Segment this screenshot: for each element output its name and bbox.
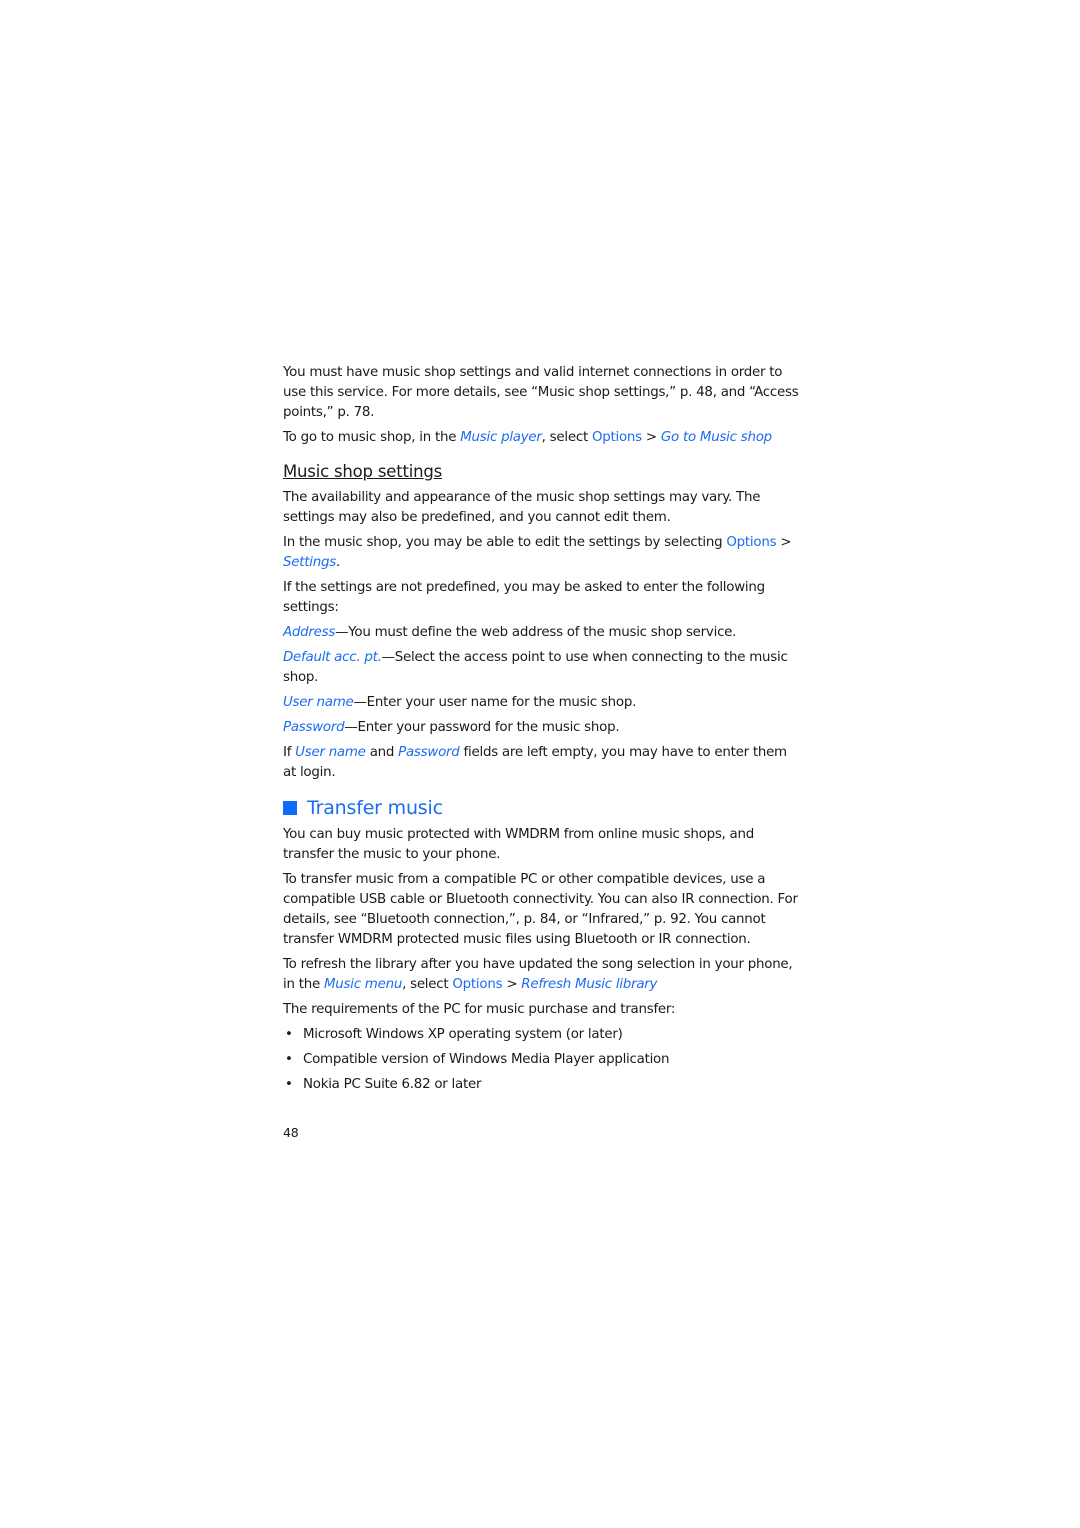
go-to-music-shop-link[interactable]: Go to Music shop	[661, 430, 772, 445]
page-number: 48	[283, 1125, 299, 1140]
music-menu-link[interactable]: Music menu	[324, 977, 402, 992]
music-shop-settings-heading: Music shop settings	[283, 462, 443, 481]
bullet-icon: •	[285, 1052, 293, 1067]
setting-term: Password	[283, 720, 345, 735]
setting-user-name: User name—Enter your user name for the m…	[283, 695, 637, 710]
setting-term: User name	[283, 695, 354, 710]
setting-password: Password—Enter your password for the mus…	[283, 720, 620, 735]
manual-page: You must have music shop settings and va…	[283, 363, 803, 1143]
settings-availability-paragraph: The availability and appearance of the m…	[283, 490, 761, 525]
list-item: • Microsoft Windows XP operating system (…	[283, 1025, 803, 1045]
options-label: Options	[452, 977, 503, 992]
requirements-list: • Microsoft Windows XP operating system (…	[283, 1025, 803, 1095]
options-label: Options	[726, 535, 777, 550]
options-label: Options	[591, 430, 642, 445]
music-shop-instruction: To go to music shop, in the Music player…	[283, 430, 772, 445]
settings-predefined-paragraph: If the settings are not predefined, you …	[283, 580, 765, 615]
settings-edit-paragraph: In the music shop, you may be able to ed…	[283, 535, 792, 570]
setting-address: Address—You must define the web address …	[283, 625, 737, 640]
transfer-music-heading: Transfer music	[283, 795, 803, 821]
transfer-methods-paragraph: To transfer music from a compatible PC o…	[283, 872, 798, 947]
setting-default-access-point: Default acc. pt.—Select the access point…	[283, 650, 788, 685]
list-item: • Compatible version of Windows Media Pla…	[283, 1050, 803, 1070]
empty-fields-paragraph: If User name and Password fields are lef…	[283, 745, 787, 780]
requirements-intro: The requirements of the PC for music pur…	[283, 1002, 676, 1017]
setting-term: Address	[283, 625, 336, 640]
settings-link[interactable]: Settings	[283, 555, 336, 570]
setting-term: Default acc. pt.	[283, 650, 382, 665]
intro-paragraph: You must have music shop settings and va…	[283, 365, 799, 420]
wmdrm-paragraph: You can buy music protected with WMDRM f…	[283, 827, 754, 862]
music-player-link[interactable]: Music player	[460, 430, 542, 445]
refresh-library-paragraph: To refresh the library after you have up…	[283, 957, 793, 992]
list-item: • Nokia PC Suite 6.82 or later	[283, 1075, 803, 1095]
bullet-icon: •	[285, 1027, 293, 1042]
refresh-music-library-link[interactable]: Refresh Music library	[521, 977, 657, 992]
bullet-icon: •	[285, 1077, 293, 1092]
section-square-icon	[283, 801, 297, 815]
